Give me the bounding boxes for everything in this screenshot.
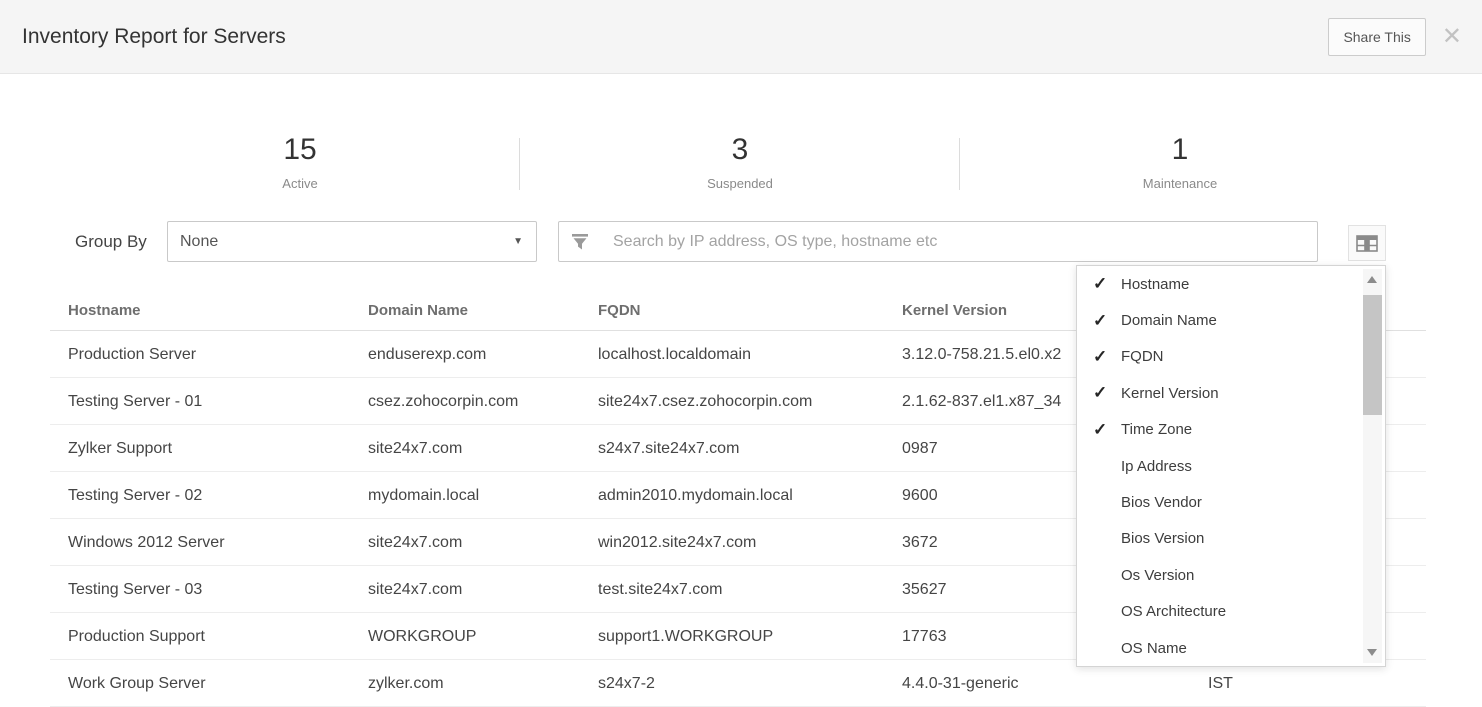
column-menu-item-label: Domain Name [1121, 312, 1217, 329]
column-menu-item[interactable]: ✓ Hostname [1077, 266, 1363, 302]
cell-domain-name: WORKGROUP [368, 613, 476, 660]
group-by-select[interactable]: None ▼ [167, 221, 537, 262]
column-menu-item-label: Bios Vendor [1121, 494, 1202, 511]
scroll-down-icon[interactable] [1367, 649, 1377, 656]
column-menu-list: ✓ Hostname ✓ Domain Name ✓ FQDN ✓ Kernel… [1077, 266, 1363, 666]
cell-hostname: Work Group Server [68, 660, 206, 707]
stat-value: 3 [520, 133, 960, 167]
check-icon: ✓ [1093, 420, 1115, 440]
cell-fqdn: win2012.site24x7.com [598, 519, 756, 566]
cell-fqdn: support1.WORKGROUP [598, 613, 773, 660]
column-menu-item[interactable]: Bios Vendor [1077, 484, 1363, 520]
status-stat: 1 Maintenance [960, 133, 1400, 191]
column-menu-item-label: FQDN [1121, 348, 1164, 365]
funnel-icon [570, 232, 590, 252]
controls-row: Group By None ▼ [0, 221, 1482, 262]
cell-hostname: Production Support [68, 613, 205, 660]
chevron-down-icon: ▼ [513, 222, 523, 261]
stat-label: Maintenance [960, 176, 1400, 191]
column-menu-item-label: OS Name [1121, 640, 1187, 657]
cell-kernel-version: 17763 [902, 613, 947, 660]
column-menu-item[interactable]: ✓ Kernel Version [1077, 375, 1363, 411]
table-grid-icon [1356, 235, 1378, 252]
cell-kernel-version: 9600 [902, 472, 938, 519]
cell-domain-name: site24x7.com [368, 519, 462, 566]
column-menu-item-label: Time Zone [1121, 421, 1192, 438]
page-title: Inventory Report for Servers [22, 0, 286, 74]
column-menu-item[interactable]: ✓ FQDN [1077, 339, 1363, 375]
title-bar: Inventory Report for Servers Share This … [0, 0, 1482, 74]
status-stat: 3 Suspended [520, 133, 960, 191]
cell-hostname: Windows 2012 Server [68, 519, 225, 566]
column-menu-item-label: Os Version [1121, 567, 1194, 584]
scroll-up-icon[interactable] [1367, 276, 1377, 283]
status-summary: 15 Active 3 Suspended 1 Maintenance [80, 133, 1400, 191]
cell-kernel-version: 4.4.0-31-generic [902, 660, 1019, 707]
column-chooser-menu: ✓ Hostname ✓ Domain Name ✓ FQDN ✓ Kernel… [1076, 265, 1386, 667]
status-stat: 15 Active [80, 133, 520, 191]
menu-scrollbar[interactable] [1363, 269, 1382, 663]
cell-fqdn: test.site24x7.com [598, 566, 723, 613]
cell-kernel-version: 0987 [902, 425, 938, 472]
cell-domain-name: mydomain.local [368, 472, 479, 519]
share-this-button[interactable]: Share This [1328, 18, 1425, 56]
column-menu-item[interactable]: ✓ Domain Name [1077, 302, 1363, 338]
cell-fqdn: localhost.localdomain [598, 331, 751, 378]
cell-hostname: Testing Server - 02 [68, 472, 202, 519]
stat-value: 1 [960, 133, 1400, 167]
cell-hostname: Testing Server - 03 [68, 566, 202, 613]
search-input[interactable] [601, 221, 1318, 262]
filter-button[interactable] [558, 221, 602, 262]
cell-kernel-version: 3.12.0-758.21.5.el0.x2 [902, 331, 1061, 378]
column-menu-item[interactable]: ✓ Time Zone [1077, 412, 1363, 448]
cell-domain-name: zylker.com [368, 660, 444, 707]
column-menu-item-label: Ip Address [1121, 458, 1192, 475]
cell-domain-name: site24x7.com [368, 425, 462, 472]
column-menu-item[interactable]: OS Name [1077, 630, 1363, 666]
check-icon: ✓ [1093, 383, 1115, 403]
cell-hostname: Testing Server - 01 [68, 378, 202, 425]
title-bar-actions: Share This ✕ [1328, 0, 1462, 74]
column-header[interactable]: Domain Name [368, 290, 468, 331]
stat-label: Suspended [520, 176, 960, 191]
stat-label: Active [80, 176, 520, 191]
column-menu-item-label: OS Architecture [1121, 603, 1226, 620]
cell-kernel-version: 2.1.62-837.el1.x87_34 [902, 378, 1061, 425]
table-row[interactable]: Work Group Server zylker.com s24x7-2 4.4… [50, 660, 1426, 707]
column-header[interactable]: FQDN [598, 290, 641, 331]
cell-fqdn: s24x7-2 [598, 660, 655, 707]
cell-kernel-version: 3672 [902, 519, 938, 566]
scrollbar-thumb[interactable] [1363, 295, 1382, 415]
column-menu-item-label: Kernel Version [1121, 385, 1219, 402]
cell-hostname: Production Server [68, 331, 196, 378]
cell-domain-name: csez.zohocorpin.com [368, 378, 518, 425]
column-menu-item-label: Bios Version [1121, 530, 1204, 547]
cell-fqdn: site24x7.csez.zohocorpin.com [598, 378, 812, 425]
column-menu-item[interactable]: Os Version [1077, 557, 1363, 593]
cell-time-zone: IST [1208, 660, 1233, 707]
cell-domain-name: enduserexp.com [368, 331, 486, 378]
cell-fqdn: admin2010.mydomain.local [598, 472, 793, 519]
check-icon: ✓ [1093, 347, 1115, 367]
stat-value: 15 [80, 133, 520, 167]
column-menu-item[interactable]: Bios Version [1077, 521, 1363, 557]
cell-hostname: Zylker Support [68, 425, 172, 472]
group-by-selected-value: None [180, 222, 218, 261]
close-icon[interactable]: ✕ [1442, 25, 1462, 49]
column-chooser-button[interactable] [1348, 225, 1386, 261]
check-icon: ✓ [1093, 274, 1115, 294]
cell-kernel-version: 35627 [902, 566, 947, 613]
cell-domain-name: site24x7.com [368, 566, 462, 613]
column-header[interactable]: Kernel Version [902, 290, 1007, 331]
check-icon: ✓ [1093, 311, 1115, 331]
column-header[interactable]: Hostname [68, 290, 141, 331]
column-menu-item[interactable]: Ip Address [1077, 448, 1363, 484]
column-menu-item[interactable]: OS Architecture [1077, 594, 1363, 630]
cell-fqdn: s24x7.site24x7.com [598, 425, 739, 472]
column-menu-item-label: Hostname [1121, 276, 1189, 293]
group-by-label: Group By [75, 221, 147, 262]
